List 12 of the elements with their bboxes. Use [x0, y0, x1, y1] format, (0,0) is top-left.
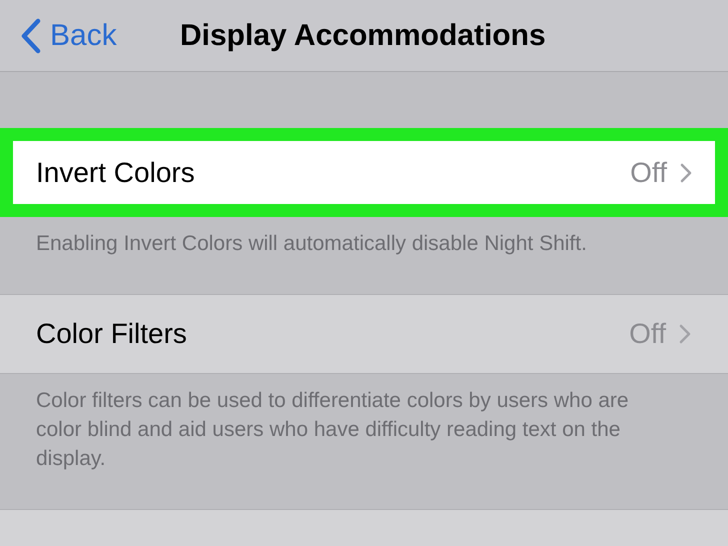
back-chevron-icon: [20, 18, 42, 54]
settings-row[interactable]: Invert Colors Off: [0, 128, 728, 217]
row-label: Invert Colors: [36, 156, 196, 190]
section-footer: Color filters can be used to differentiate colors by users who are color blind and aid users who have difficulty reading text on the display.: [0, 374, 710, 509]
section-footer: Enabling Invert Colors will automatically disable Night Shift.: [0, 217, 710, 294]
chevron-icon: [678, 323, 692, 345]
chevron-icon: [679, 162, 693, 184]
settings-row[interactable]: Color Filters Off: [0, 294, 728, 374]
row-value: Off: [630, 156, 667, 190]
screen-title: Display Accommodations: [180, 18, 546, 54]
row-label: Color Filters: [36, 317, 188, 351]
row-value: Off: [629, 317, 666, 351]
